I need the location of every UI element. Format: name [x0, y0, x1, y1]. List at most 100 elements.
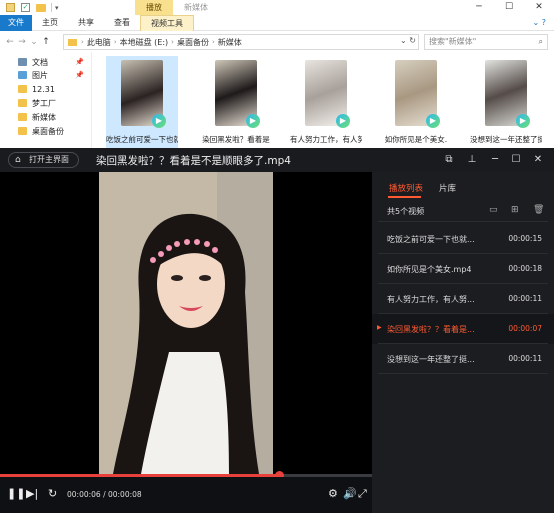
- nav-item-label: 图片: [32, 70, 48, 80]
- close-button[interactable]: ✕: [524, 0, 554, 15]
- address-row: ← → ⌄ ↑ › 此电脑 › 本地磁盘 (E:) › 桌面备份 › 新媒体 ⌄…: [0, 33, 554, 51]
- back-arrow-icon[interactable]: ←: [4, 37, 16, 47]
- navigation-pane: 文档 📌 图片 📌 12.31 梦工厂 新媒体 桌面备份: [0, 52, 92, 150]
- file-item[interactable]: ▶ 没想到这一年还整了挺: [470, 56, 542, 150]
- add-file-icon[interactable]: ⊞: [511, 205, 519, 215]
- expand-ribbon-icon[interactable]: ⌄ ?: [533, 18, 547, 27]
- minimize-button[interactable]: ─: [464, 0, 494, 15]
- video-count: 共5个视频: [387, 207, 425, 216]
- video-play-icon: ▶: [336, 114, 350, 128]
- playlist-item-active[interactable]: ▶ 染回黑发啦？？看着是... 00:00:07: [372, 314, 554, 344]
- home-icon: ⌂: [15, 154, 21, 165]
- nav-item-documents[interactable]: 文档 📌: [18, 56, 88, 68]
- trash-icon[interactable]: 🗑: [533, 205, 544, 215]
- refresh-icon[interactable]: ⌄ ↻: [400, 36, 416, 45]
- nav-item-label: 梦工厂: [32, 98, 56, 108]
- checkbox-icon[interactable]: ✓: [21, 3, 30, 12]
- settings-icon[interactable]: ⚙: [328, 487, 338, 500]
- playlist-item-duration: 00:00:11: [508, 354, 542, 363]
- nav-item-label: 新媒体: [32, 112, 56, 122]
- tab-share[interactable]: 共享: [68, 15, 104, 31]
- open-main-label: 打开主界面: [29, 155, 69, 164]
- address-bar[interactable]: › 此电脑 › 本地磁盘 (E:) › 桌面备份 › 新媒体 ⌄ ↻: [63, 34, 419, 50]
- forward-arrow-icon[interactable]: →: [16, 37, 28, 47]
- tab-home[interactable]: 主页: [32, 15, 68, 31]
- nav-item-dream-factory[interactable]: 梦工厂: [18, 97, 88, 109]
- nav-item-pictures[interactable]: 图片 📌: [18, 69, 88, 81]
- playlist-item[interactable]: 有人努力工作，有人努... 00:00:11: [372, 284, 554, 314]
- minimize-icon[interactable]: ─: [488, 153, 502, 167]
- search-placeholder: 搜索"新媒体": [429, 37, 477, 46]
- tab-playlist[interactable]: 播放列表: [389, 182, 423, 194]
- video-play-icon: ▶: [426, 114, 440, 128]
- search-icon[interactable]: ⌕: [539, 35, 543, 49]
- file-name: 没想到这一年还整了挺: [470, 135, 542, 144]
- playlist-item-name: 没想到这一年还整了挺...: [387, 355, 475, 364]
- file-item[interactable]: ▶ 吃饭之前可爱一下也就: [106, 56, 178, 150]
- player-controls: ❚❚ ▶| ↻ 00:00:06 / 00:00:08 ⚙ 🔊 ⤢: [0, 477, 372, 513]
- screen-cast-icon[interactable]: ⧉: [442, 153, 456, 167]
- pin-icon: 📌: [75, 71, 84, 79]
- nav-item-label: 12.31: [32, 84, 55, 94]
- breadcrumb-desktop-backup[interactable]: 桌面备份: [177, 37, 209, 48]
- total-time: 00:00:08: [107, 490, 142, 499]
- tab-view[interactable]: 查看: [104, 15, 140, 31]
- nav-item-desktop-backup[interactable]: 桌面备份: [18, 125, 88, 137]
- fullscreen-icon[interactable]: ⤢: [358, 487, 367, 501]
- video-frame-image: [99, 172, 273, 474]
- chevron-right-icon: ›: [81, 38, 84, 46]
- quick-access-dropdown-icon[interactable]: ▾: [55, 4, 59, 12]
- nav-item-new-media[interactable]: 新媒体: [18, 111, 88, 123]
- time-display: 00:00:06 / 00:00:08: [67, 490, 142, 499]
- playlist-item-name: 如你所见是个美女.mp4: [387, 265, 472, 274]
- playlist-item-name: 有人努力工作，有人努...: [387, 295, 475, 304]
- documents-icon: [18, 58, 27, 66]
- file-view: ▶ 吃饭之前可爱一下也就 ▶ 染回黑发啦？看着是 ▶ 有人努力工作，有人努 ▶ …: [92, 52, 554, 150]
- up-arrow-icon[interactable]: ↑: [40, 37, 52, 47]
- folder-icon: [18, 127, 27, 135]
- tab-library[interactable]: 片库: [439, 182, 456, 194]
- playlist-item-duration: 00:00:18: [508, 264, 542, 273]
- video-area[interactable]: [0, 172, 372, 474]
- ribbon-tabs: 文件 主页 共享 查看 视频工具 ⌄ ?: [0, 14, 554, 31]
- window-title: 新媒体: [184, 3, 208, 12]
- maximize-icon[interactable]: ☐: [509, 153, 523, 167]
- tab-video-tools[interactable]: 视频工具: [140, 14, 194, 31]
- playlist-item[interactable]: 没想到这一年还整了挺... 00:00:11: [372, 344, 554, 374]
- file-item[interactable]: ▶ 染回黑发啦？看着是: [200, 56, 272, 150]
- folder-icon: [18, 99, 27, 107]
- new-folder-icon[interactable]: [36, 3, 46, 12]
- playlist-item[interactable]: 如你所见是个美女.mp4 00:00:18: [372, 254, 554, 284]
- file-item[interactable]: ▶ 有人努力工作，有人努: [290, 56, 362, 150]
- recent-dropdown-icon[interactable]: ⌄: [28, 37, 40, 47]
- properties-icon[interactable]: [6, 3, 15, 12]
- player-top-bar: ⌂ 打开主界面 染回黑发啦？？看着是不是顺眼多了.mp4 ⧉ ⊥ ─ ☐ ✕: [0, 148, 554, 172]
- open-main-button[interactable]: ⌂ 打开主界面: [8, 152, 79, 168]
- file-item[interactable]: ▶ 如你所见是个美女.: [380, 56, 452, 150]
- chevron-right-icon: ›: [171, 38, 174, 46]
- video-play-icon: ▶: [246, 114, 260, 128]
- breadcrumb-this-pc[interactable]: 此电脑: [87, 37, 111, 48]
- playlist-item[interactable]: 吃饭之前可爱一下也就... 00:00:15: [372, 224, 554, 254]
- breadcrumb-local-disk[interactable]: 本地磁盘 (E:): [120, 37, 169, 48]
- close-icon[interactable]: ✕: [531, 153, 545, 167]
- maximize-button[interactable]: ☐: [494, 0, 524, 15]
- search-input[interactable]: 搜索"新媒体" ⌕: [424, 34, 548, 50]
- chevron-right-icon: ›: [113, 38, 117, 46]
- pin-top-icon[interactable]: ⊥: [465, 153, 479, 167]
- breadcrumb-new-media[interactable]: 新媒体: [218, 37, 242, 48]
- nav-item-1231[interactable]: 12.31: [18, 83, 88, 95]
- loop-icon[interactable]: ↻: [48, 487, 57, 500]
- open-folder-icon[interactable]: ▭: [489, 205, 498, 215]
- video-frame: [99, 172, 273, 474]
- volume-icon[interactable]: 🔊: [343, 487, 357, 500]
- tab-file[interactable]: 文件: [0, 14, 32, 31]
- next-icon[interactable]: ▶|: [26, 487, 38, 500]
- pause-icon[interactable]: ❚❚: [7, 487, 25, 500]
- nav-item-label: 文档: [32, 57, 48, 67]
- file-name: 染回黑发啦？看着是: [202, 135, 270, 144]
- file-name: 如你所见是个美女.: [384, 135, 448, 144]
- playlist-item-duration: 00:00:07: [508, 324, 542, 333]
- now-playing-icon: ▶: [377, 324, 382, 331]
- pictures-icon: [18, 71, 27, 79]
